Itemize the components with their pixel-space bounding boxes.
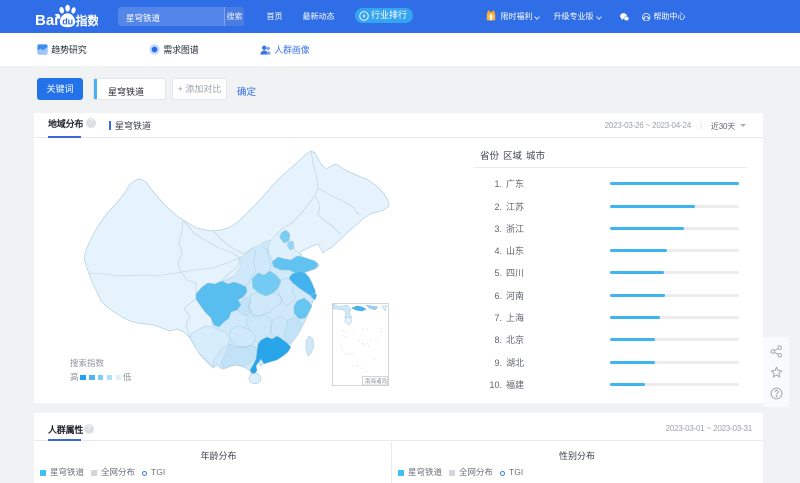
svg-text:南海诸岛: 南海诸岛 <box>365 377 388 385</box>
svg-text:du: du <box>62 17 73 27</box>
svg-text:Bai: Bai <box>35 12 58 29</box>
svg-text:指数: 指数 <box>76 13 99 28</box>
